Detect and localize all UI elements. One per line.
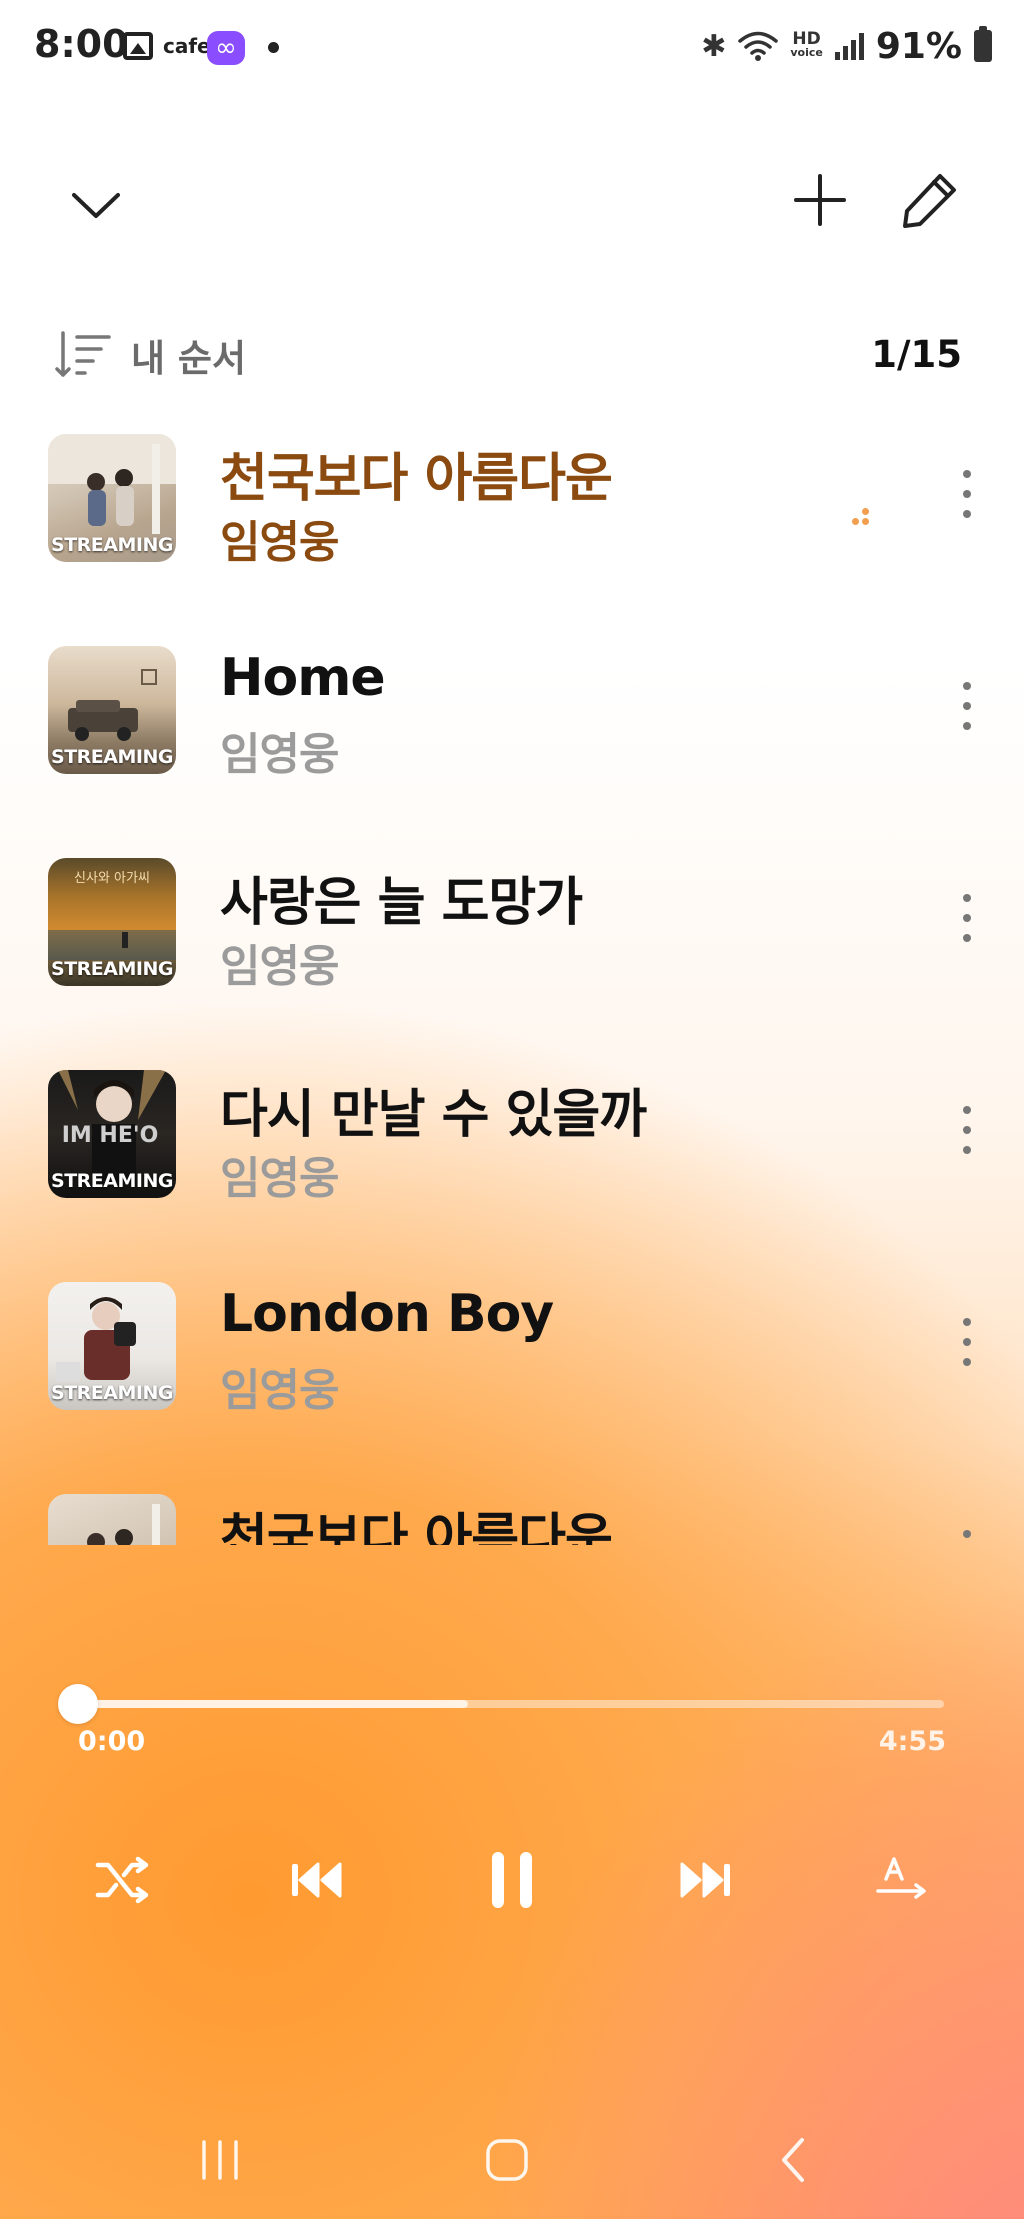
album-art: IM HE'O STREAMING [48, 1070, 176, 1198]
clock: 8:00 [34, 22, 129, 66]
more-notifications-dot-icon [268, 42, 279, 53]
queue-item[interactable]: STREAMING Home 임영웅 [0, 632, 1024, 844]
plus-icon [794, 174, 846, 226]
skip-next-icon [680, 1862, 730, 1898]
queue-sort-row: 내 순서 1/15 [0, 325, 1024, 385]
bluetooth-icon: ✱ [701, 28, 727, 64]
playback-progress: 0:00 4:55 [0, 1680, 1024, 1780]
album-art: STREAMING [48, 1282, 176, 1410]
track-artist: 임영웅 [220, 1365, 339, 1416]
skip-previous-icon [292, 1862, 342, 1898]
album-art: STREAMING [48, 646, 176, 774]
previous-button[interactable] [266, 1830, 366, 1930]
sort-label: 내 순서 [131, 337, 247, 380]
track-title: 다시 만날 수 있을까 [220, 1085, 647, 1145]
track-title: 천국보다 아름다운 [220, 449, 613, 509]
back-button[interactable] [754, 2130, 834, 2190]
hd-voice-icon: HD voice [790, 29, 823, 60]
queue-item[interactable]: 천국보다 아름다운 [0, 1480, 1024, 1545]
queue-item[interactable]: STREAMING 천국보다 아름다운 임영웅 [0, 420, 1024, 632]
sort-icon [55, 331, 111, 377]
recent-apps-button[interactable] [180, 2130, 260, 2190]
chevron-down-icon [72, 193, 120, 218]
queue-item[interactable]: IM HE'O STREAMING 다시 만날 수 있을까 임영웅 [0, 1056, 1024, 1268]
track-artist: 임영웅 [220, 941, 339, 992]
album-art: 신사와 아가씨 STREAMING [48, 858, 176, 986]
wifi-icon [738, 31, 779, 61]
streaming-badge: STREAMING [51, 534, 173, 556]
home-icon [486, 2139, 528, 2181]
battery-icon [974, 26, 992, 62]
infinity-app-icon: ∞ [207, 31, 245, 65]
hd-voice-top: HD [792, 29, 821, 49]
elapsed-time: 0:00 [78, 1726, 146, 1757]
more-options-button[interactable] [952, 678, 982, 734]
playback-controls [0, 1830, 1024, 1930]
status-bar: 8:00 cafe ∞ ✱ HD voice 91% [0, 0, 1024, 95]
edit-queue-button[interactable] [894, 164, 966, 236]
system-navigation-bar [0, 2110, 1024, 2210]
next-button[interactable] [656, 1830, 756, 1930]
back-icon [782, 2138, 804, 2182]
shuffle-button[interactable] [72, 1830, 172, 1930]
pause-icon [492, 1852, 532, 1908]
add-to-queue-button[interactable] [784, 164, 856, 236]
track-title: 사랑은 늘 도망가 [220, 873, 583, 933]
streaming-badge: STREAMING [51, 746, 173, 768]
queue-list[interactable]: STREAMING 천국보다 아름다운 임영웅 STREAMING Home 임… [0, 420, 1024, 1545]
repeat-button[interactable] [852, 1830, 952, 1930]
track-title: London Boy [220, 1284, 554, 1344]
album-art [48, 1494, 176, 1545]
track-title: Home [220, 648, 386, 708]
track-title: 천국보다 아름다운 [220, 1509, 613, 1545]
signal-strength-icon [834, 32, 864, 60]
gallery-notification-icon [123, 32, 153, 60]
queue-toolbar [0, 150, 1024, 250]
seek-thumb[interactable] [58, 1684, 98, 1724]
recent-apps-icon [202, 2140, 238, 2180]
repeat-off-icon [876, 1857, 926, 1899]
svg-text:신사와 아가씨: 신사와 아가씨 [74, 871, 150, 886]
pencil-icon [903, 174, 956, 228]
battery-percentage: 91% [875, 25, 962, 67]
collapse-button[interactable] [60, 168, 132, 240]
streaming-badge: STREAMING [51, 1170, 173, 1192]
total-time: 4:55 [878, 1726, 946, 1757]
seek-bar[interactable] [78, 1700, 944, 1708]
queue-item[interactable]: 신사와 아가씨 STREAMING 사랑은 늘 도망가 임영웅 [0, 844, 1024, 1056]
more-options-button[interactable] [952, 1314, 982, 1370]
more-options-button[interactable] [952, 1526, 982, 1545]
hd-voice-bottom: voice [790, 46, 823, 59]
now-playing-indicator-icon [852, 508, 874, 526]
track-artist: 임영웅 [220, 1153, 339, 1204]
more-options-button[interactable] [952, 466, 982, 522]
queue-position: 1/15 [871, 333, 962, 376]
track-artist: 임영웅 [220, 517, 339, 568]
more-options-button[interactable] [952, 890, 982, 946]
cafe-notification-icon: cafe [163, 34, 211, 58]
svg-text:IM HE'O: IM HE'O [62, 1123, 159, 1148]
shuffle-icon [95, 1856, 149, 1904]
track-artist: 임영웅 [220, 729, 339, 780]
pause-button[interactable] [462, 1830, 562, 1930]
album-art: STREAMING [48, 434, 176, 562]
sort-order-button[interactable]: 내 순서 [55, 329, 246, 381]
home-button[interactable] [467, 2130, 547, 2190]
buffered-range [78, 1700, 468, 1708]
streaming-badge: STREAMING [51, 958, 173, 980]
streaming-badge: STREAMING [51, 1382, 173, 1404]
more-options-button[interactable] [952, 1102, 982, 1158]
queue-item[interactable]: STREAMING London Boy 임영웅 [0, 1268, 1024, 1480]
